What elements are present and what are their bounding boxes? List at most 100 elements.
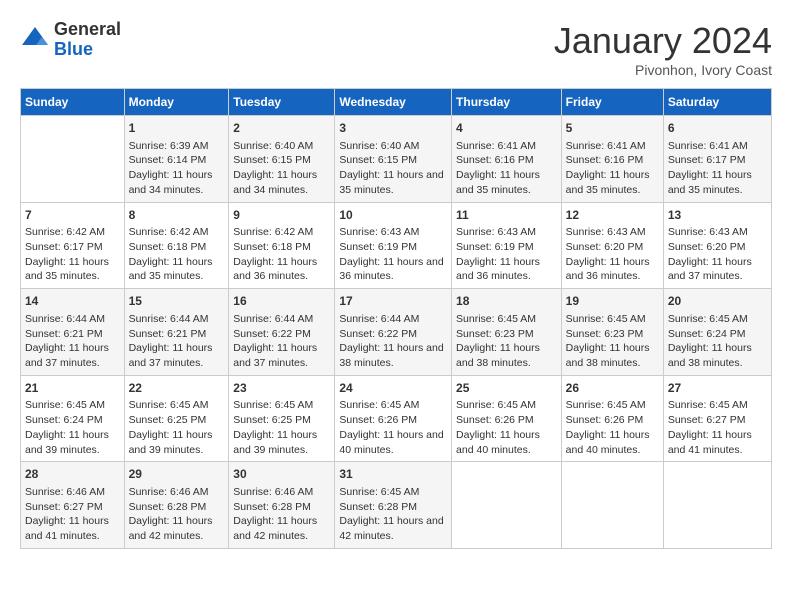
cell-info: Sunrise: 6:42 AMSunset: 6:18 PMDaylight:… xyxy=(233,226,317,282)
calendar-cell xyxy=(663,462,771,549)
calendar-cell: 6Sunrise: 6:41 AMSunset: 6:17 PMDaylight… xyxy=(663,116,771,203)
day-number: 14 xyxy=(25,293,120,310)
day-number: 7 xyxy=(25,207,120,224)
day-number: 1 xyxy=(129,120,225,137)
day-number: 18 xyxy=(456,293,557,310)
day-number: 19 xyxy=(566,293,659,310)
calendar-cell: 26Sunrise: 6:45 AMSunset: 6:26 PMDayligh… xyxy=(561,375,663,462)
calendar-cell: 15 Sunrise: 6:44 AMSunset: 6:21 PMDayligh… xyxy=(124,289,229,376)
calendar-cell xyxy=(561,462,663,549)
cell-info: Sunrise: 6:45 AMSunset: 6:23 PMDaylight:… xyxy=(566,313,650,369)
calendar-cell: 9Sunrise: 6:42 AMSunset: 6:18 PMDaylight… xyxy=(229,202,335,289)
day-number: 6 xyxy=(668,120,767,137)
calendar-cell: 13 Sunrise: 6:43 AMSunset: 6:20 PMDayligh… xyxy=(663,202,771,289)
cell-info: Sunrise: 6:46 AMSunset: 6:27 PMDaylight:… xyxy=(25,486,109,542)
day-number: 30 xyxy=(233,466,330,483)
day-header-monday: Monday xyxy=(124,89,229,116)
calendar-cell: 22Sunrise: 6:45 AMSunset: 6:25 PMDayligh… xyxy=(124,375,229,462)
day-header-tuesday: Tuesday xyxy=(229,89,335,116)
day-number: 22 xyxy=(129,380,225,397)
calendar-cell: 11Sunrise: 6:43 AMSunset: 6:19 PMDayligh… xyxy=(452,202,562,289)
day-number: 8 xyxy=(129,207,225,224)
calendar-cell: 5 Sunrise: 6:41 AMSunset: 6:16 PMDaylight… xyxy=(561,116,663,203)
cell-info: Sunrise: 6:44 AMSunset: 6:21 PMDaylight:… xyxy=(25,313,109,369)
calendar-cell: 23 Sunrise: 6:45 AMSunset: 6:25 PMDayligh… xyxy=(229,375,335,462)
calendar-cell: 3 Sunrise: 6:40 AMSunset: 6:15 PMDaylight… xyxy=(335,116,452,203)
cell-info: Sunrise: 6:45 AMSunset: 6:26 PMDaylight:… xyxy=(456,399,540,455)
location-subtitle: Pivonhon, Ivory Coast xyxy=(554,62,772,78)
cell-info: Sunrise: 6:45 AMSunset: 6:23 PMDaylight:… xyxy=(456,313,540,369)
day-number: 24 xyxy=(339,380,447,397)
day-number: 21 xyxy=(25,380,120,397)
cell-info: Sunrise: 6:45 AMSunset: 6:25 PMDaylight:… xyxy=(233,399,317,455)
cell-info: Sunrise: 6:44 AMSunset: 6:22 PMDaylight:… xyxy=(233,313,317,369)
logo-general: General xyxy=(54,20,121,40)
calendar-cell: 7 Sunrise: 6:42 AMSunset: 6:17 PMDaylight… xyxy=(21,202,125,289)
day-number: 25 xyxy=(456,380,557,397)
header-row: SundayMondayTuesdayWednesdayThursdayFrid… xyxy=(21,89,772,116)
calendar-cell: 4Sunrise: 6:41 AMSunset: 6:16 PMDaylight… xyxy=(452,116,562,203)
cell-info: Sunrise: 6:44 AMSunset: 6:21 PMDaylight:… xyxy=(129,313,213,369)
day-number: 16 xyxy=(233,293,330,310)
logo-icon xyxy=(20,25,50,55)
title-block: January 2024 Pivonhon, Ivory Coast xyxy=(554,20,772,78)
logo-blue: Blue xyxy=(54,40,121,60)
cell-info: Sunrise: 6:43 AMSunset: 6:19 PMDaylight:… xyxy=(339,226,443,282)
cell-info: Sunrise: 6:45 AMSunset: 6:26 PMDaylight:… xyxy=(339,399,443,455)
cell-info: Sunrise: 6:40 AMSunset: 6:15 PMDaylight:… xyxy=(339,140,443,196)
logo-text: General Blue xyxy=(54,20,121,60)
calendar-cell: 8Sunrise: 6:42 AMSunset: 6:18 PMDaylight… xyxy=(124,202,229,289)
day-header-friday: Friday xyxy=(561,89,663,116)
cell-info: Sunrise: 6:41 AMSunset: 6:16 PMDaylight:… xyxy=(456,140,540,196)
cell-info: Sunrise: 6:46 AMSunset: 6:28 PMDaylight:… xyxy=(233,486,317,542)
calendar-cell xyxy=(21,116,125,203)
week-row-2: 7 Sunrise: 6:42 AMSunset: 6:17 PMDaylight… xyxy=(21,202,772,289)
cell-info: Sunrise: 6:41 AMSunset: 6:16 PMDaylight:… xyxy=(566,140,650,196)
calendar-cell: 10 Sunrise: 6:43 AMSunset: 6:19 PMDayligh… xyxy=(335,202,452,289)
day-number: 2 xyxy=(233,120,330,137)
calendar-cell: 27 Sunrise: 6:45 AMSunset: 6:27 PMDayligh… xyxy=(663,375,771,462)
day-number: 28 xyxy=(25,466,120,483)
calendar-cell: 30 Sunrise: 6:46 AMSunset: 6:28 PMDayligh… xyxy=(229,462,335,549)
day-number: 5 xyxy=(566,120,659,137)
cell-info: Sunrise: 6:44 AMSunset: 6:22 PMDaylight:… xyxy=(339,313,443,369)
day-number: 10 xyxy=(339,207,447,224)
calendar-cell: 14 Sunrise: 6:44 AMSunset: 6:21 PMDayligh… xyxy=(21,289,125,376)
calendar-body: 1 Sunrise: 6:39 AMSunset: 6:14 PMDaylight… xyxy=(21,116,772,549)
cell-info: Sunrise: 6:42 AMSunset: 6:17 PMDaylight:… xyxy=(25,226,109,282)
day-number: 15 xyxy=(129,293,225,310)
calendar-cell: 2Sunrise: 6:40 AMSunset: 6:15 PMDaylight… xyxy=(229,116,335,203)
cell-info: Sunrise: 6:46 AMSunset: 6:28 PMDaylight:… xyxy=(129,486,213,542)
day-number: 26 xyxy=(566,380,659,397)
month-title: January 2024 xyxy=(554,20,772,62)
calendar-cell: 29Sunrise: 6:46 AMSunset: 6:28 PMDayligh… xyxy=(124,462,229,549)
calendar-table: SundayMondayTuesdayWednesdayThursdayFrid… xyxy=(20,88,772,549)
day-header-thursday: Thursday xyxy=(452,89,562,116)
calendar-cell: 20 Sunrise: 6:45 AMSunset: 6:24 PMDayligh… xyxy=(663,289,771,376)
day-header-sunday: Sunday xyxy=(21,89,125,116)
day-header-saturday: Saturday xyxy=(663,89,771,116)
calendar-cell: 16 Sunrise: 6:44 AMSunset: 6:22 PMDayligh… xyxy=(229,289,335,376)
calendar-cell: 18 Sunrise: 6:45 AMSunset: 6:23 PMDayligh… xyxy=(452,289,562,376)
day-number: 23 xyxy=(233,380,330,397)
cell-info: Sunrise: 6:45 AMSunset: 6:24 PMDaylight:… xyxy=(668,313,752,369)
calendar-cell xyxy=(452,462,562,549)
cell-info: Sunrise: 6:39 AMSunset: 6:14 PMDaylight:… xyxy=(129,140,213,196)
logo: General Blue xyxy=(20,20,121,60)
day-number: 20 xyxy=(668,293,767,310)
calendar-header: SundayMondayTuesdayWednesdayThursdayFrid… xyxy=(21,89,772,116)
calendar-cell: 28 Sunrise: 6:46 AMSunset: 6:27 PMDayligh… xyxy=(21,462,125,549)
cell-info: Sunrise: 6:43 AMSunset: 6:20 PMDaylight:… xyxy=(668,226,752,282)
calendar-cell: 19 Sunrise: 6:45 AMSunset: 6:23 PMDayligh… xyxy=(561,289,663,376)
day-number: 31 xyxy=(339,466,447,483)
day-number: 13 xyxy=(668,207,767,224)
day-number: 11 xyxy=(456,207,557,224)
day-header-wednesday: Wednesday xyxy=(335,89,452,116)
day-number: 27 xyxy=(668,380,767,397)
cell-info: Sunrise: 6:45 AMSunset: 6:28 PMDaylight:… xyxy=(339,486,443,542)
cell-info: Sunrise: 6:45 AMSunset: 6:27 PMDaylight:… xyxy=(668,399,752,455)
calendar-cell: 25 Sunrise: 6:45 AMSunset: 6:26 PMDayligh… xyxy=(452,375,562,462)
calendar-cell: 24 Sunrise: 6:45 AMSunset: 6:26 PMDayligh… xyxy=(335,375,452,462)
day-number: 3 xyxy=(339,120,447,137)
cell-info: Sunrise: 6:43 AMSunset: 6:20 PMDaylight:… xyxy=(566,226,650,282)
